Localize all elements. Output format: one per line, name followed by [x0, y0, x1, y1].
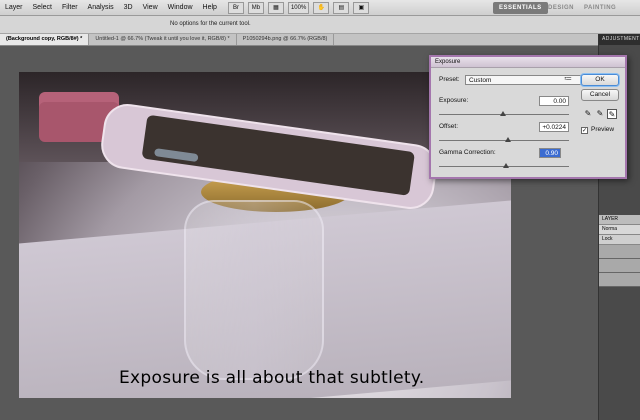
- minibridge-button[interactable]: Mb: [247, 1, 264, 14]
- offset-label: Offset:: [439, 123, 459, 130]
- photo-glass-jar: [184, 200, 324, 380]
- workspace-painting[interactable]: PAINTING: [578, 2, 622, 14]
- menu-window[interactable]: Window: [163, 4, 198, 11]
- menu-filter[interactable]: Filter: [57, 4, 83, 11]
- layer-row[interactable]: [599, 259, 640, 273]
- gray-eyedropper-icon[interactable]: ✎: [595, 109, 605, 119]
- exposure-dialog: Exposure Preset: Custom ≔ Exposure: 0.00…: [429, 55, 627, 179]
- offset-field[interactable]: +0.0224: [539, 122, 569, 132]
- gamma-label: Gamma Correction:: [439, 149, 496, 156]
- gamma-field[interactable]: 0.90: [539, 148, 561, 158]
- tab-p1050294b[interactable]: P1050294b.png @ 66.7% (RGB/8): [237, 34, 335, 45]
- menu-layer[interactable]: Layer: [0, 4, 28, 11]
- arrange-icon[interactable]: ▤: [333, 1, 350, 14]
- layers-panel-header[interactable]: LAYER: [599, 215, 640, 225]
- menu-select[interactable]: Select: [28, 4, 57, 11]
- black-eyedropper-icon[interactable]: ✎: [583, 109, 593, 119]
- workspace-essentials[interactable]: ESSENTIALS: [493, 2, 548, 14]
- options-bar: No options for the current tool.: [0, 16, 640, 34]
- ok-button[interactable]: OK: [581, 74, 619, 86]
- exposure-slider-handle[interactable]: [500, 111, 506, 116]
- lock-label: Lock: [599, 235, 640, 245]
- menu-bar: Layer Select Filter Analysis 3D View Win…: [0, 0, 640, 16]
- tab-untitled-1[interactable]: Untitled-1 @ 66.7% (Tweak it until you l…: [89, 34, 237, 45]
- layer-row[interactable]: [599, 273, 640, 287]
- dialog-title[interactable]: Exposure: [431, 57, 625, 68]
- options-message: No options for the current tool.: [170, 21, 251, 27]
- hand-icon[interactable]: ✋: [313, 1, 330, 14]
- photo-caption: Exposure is all about that subtlety.: [119, 368, 425, 388]
- workspace-design[interactable]: DESIGN: [542, 2, 580, 14]
- screen-mode-icon[interactable]: ▣: [353, 1, 370, 14]
- adjustments-panel-header[interactable]: ADJUSTMENTS: [599, 34, 640, 45]
- menu-view[interactable]: View: [138, 4, 163, 11]
- preview-checkbox[interactable]: ✓: [581, 127, 588, 134]
- document-tabs: (Background copy, RGB/8#) * Untitled-1 @…: [0, 34, 598, 46]
- menu-3d[interactable]: 3D: [119, 4, 138, 11]
- gamma-slider-handle[interactable]: [503, 163, 509, 168]
- exposure-label: Exposure:: [439, 97, 469, 104]
- preset-label: Preset:: [439, 76, 460, 83]
- guides-icon[interactable]: ▦: [267, 1, 284, 14]
- zoom-level[interactable]: 100%: [287, 1, 310, 14]
- blend-mode-select[interactable]: Norma: [599, 225, 640, 235]
- bridge-button[interactable]: Br: [227, 1, 244, 14]
- menu-help[interactable]: Help: [198, 4, 222, 11]
- preview-label: Preview: [591, 126, 615, 133]
- white-eyedropper-icon[interactable]: ✎: [607, 109, 617, 119]
- offset-slider-track[interactable]: [439, 140, 569, 141]
- preset-options-icon[interactable]: ≔: [564, 74, 572, 83]
- cancel-button[interactable]: Cancel: [581, 89, 619, 101]
- menu-analysis[interactable]: Analysis: [83, 4, 119, 11]
- offset-slider-handle[interactable]: [505, 137, 511, 142]
- tab-background-copy[interactable]: (Background copy, RGB/8#) *: [0, 34, 90, 45]
- exposure-field[interactable]: 0.00: [539, 96, 569, 106]
- layer-row[interactable]: [599, 245, 640, 259]
